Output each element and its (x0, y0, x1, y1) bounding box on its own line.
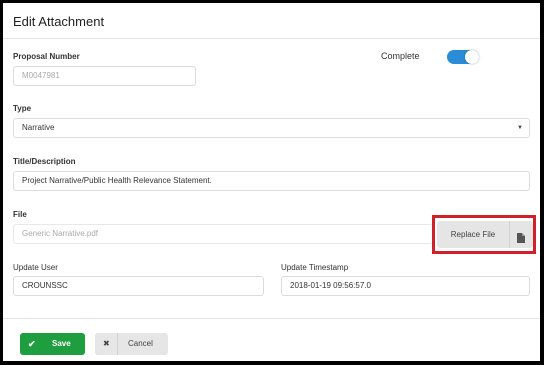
file-icon (517, 230, 525, 248)
file-name-value: Generic Narrative.pdf (22, 229, 99, 238)
edit-attachment-dialog: Edit Attachment Proposal Number M0047981… (3, 3, 540, 361)
cancel-button[interactable]: ✖ Cancel (95, 333, 168, 355)
footer-divider (3, 318, 540, 319)
save-label: Save (52, 339, 71, 348)
cancel-label: Cancel (128, 339, 153, 348)
replace-file-separator (509, 221, 510, 248)
title-description-label: Title/Description (13, 157, 76, 166)
update-user-field: CROUNSSC (13, 276, 264, 296)
replace-file-button[interactable]: Replace File (437, 221, 533, 248)
type-label: Type (13, 104, 32, 113)
file-label: File (13, 210, 27, 219)
dialog-title: Edit Attachment (13, 14, 105, 29)
caret-down-icon: ▼ (517, 125, 523, 131)
update-user-value: CROUNSSC (22, 281, 68, 290)
update-timestamp-value: 2018-01-19 09:56:57.0 (290, 281, 371, 290)
file-field: Generic Narrative.pdf (13, 224, 433, 244)
save-button[interactable]: ✔ Save (20, 333, 85, 355)
type-value: Narrative (22, 123, 55, 132)
update-user-label: Update User (13, 263, 58, 272)
replace-file-label: Replace File (450, 230, 496, 239)
complete-toggle[interactable] (447, 50, 479, 64)
update-timestamp-label: Update Timestamp (281, 263, 349, 272)
title-description-value: Project Narrative/Public Health Relevanc… (22, 176, 212, 185)
toggle-knob (465, 50, 479, 64)
proposal-number-field: M0047981 (13, 66, 196, 86)
title-description-input[interactable]: Project Narrative/Public Health Relevanc… (13, 171, 530, 191)
proposal-number-value: M0047981 (22, 71, 60, 80)
proposal-number-label: Proposal Number (13, 52, 80, 61)
x-icon: ✖ (103, 339, 110, 348)
header-divider (3, 38, 540, 39)
cancel-separator (117, 333, 118, 355)
complete-label: Complete (381, 51, 420, 61)
type-select[interactable]: Narrative ▼ (13, 118, 530, 138)
checkmark-icon: ✔ (28, 339, 36, 349)
update-timestamp-field: 2018-01-19 09:56:57.0 (281, 276, 530, 296)
